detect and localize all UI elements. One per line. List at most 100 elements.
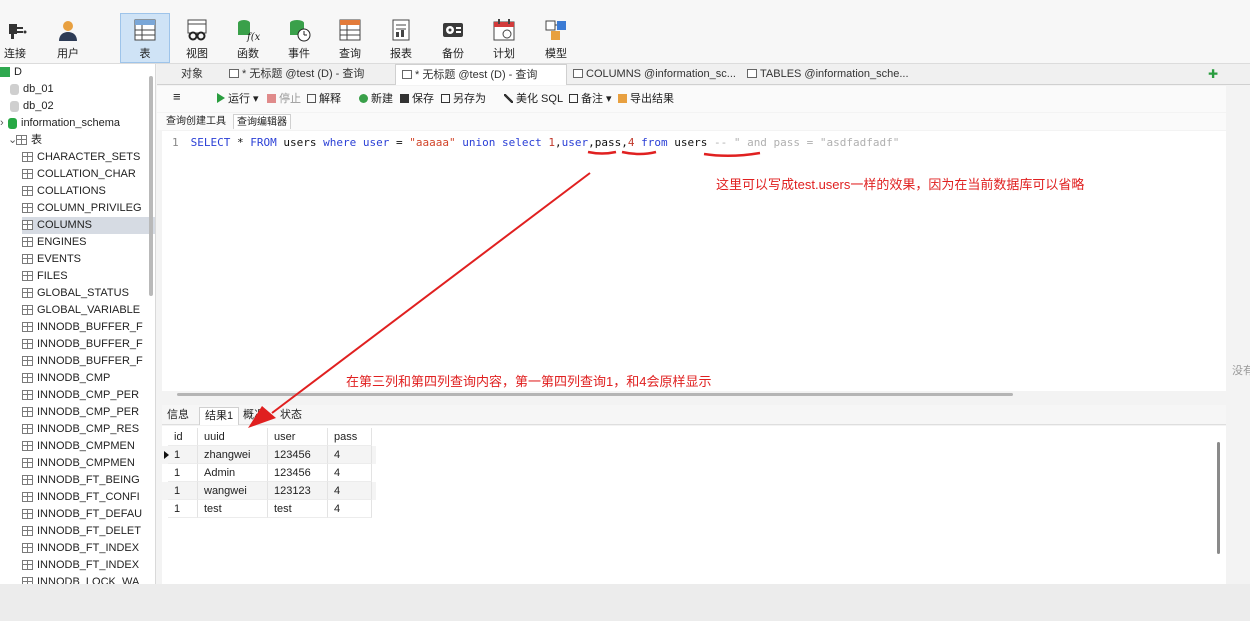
tree-table-item[interactable]: GLOBAL_VARIABLE <box>22 302 155 319</box>
grid-cell[interactable]: Admin <box>198 464 268 482</box>
sql-code-line[interactable]: 1 SELECT * FROM users where user = "aaaaa… <box>172 136 899 149</box>
grid-cell[interactable]: 123456 <box>268 446 328 464</box>
tree-table-item[interactable]: INNODB_CMP <box>22 370 155 387</box>
tab-columns[interactable]: COLUMNS @information_sc... <box>567 64 741 85</box>
tree-table-item[interactable]: INNODB_FT_BEING <box>22 472 155 489</box>
grid-cell[interactable]: 123456 <box>268 464 328 482</box>
toolbar-table-button[interactable]: 表 <box>120 13 170 63</box>
tree-table-item[interactable]: INNODB_FT_INDEX <box>22 557 155 574</box>
tree-table-item[interactable]: INNODB_FT_INDEX <box>22 540 155 557</box>
explain-button[interactable]: 解释 <box>307 92 341 106</box>
grid-cell[interactable]: 4 <box>328 482 372 500</box>
toolbar-query-button[interactable]: 查询 <box>327 14 373 62</box>
toolbar-schedule-button[interactable]: 计划 <box>481 14 527 62</box>
grid-column-header[interactable]: user <box>268 428 328 446</box>
save-button[interactable]: 保存 <box>400 92 434 106</box>
tab-query-builder[interactable]: 查询创建工具 <box>163 114 229 129</box>
tab-query-1[interactable]: * 无标题 @test (D) - 查询 <box>223 64 395 85</box>
sql-editor[interactable]: 1 SELECT * FROM users where user = "aaaaa… <box>162 131 1226 396</box>
tab-profile[interactable]: 概况 <box>238 407 270 425</box>
tab-info[interactable]: 信息 <box>162 407 194 425</box>
tree-table-item[interactable]: INNODB_BUFFER_F <box>22 336 155 353</box>
toolbar-model-button[interactable]: 模型 <box>533 14 579 62</box>
tree-table-item[interactable]: CHARACTER_SETS <box>22 149 155 166</box>
new-button[interactable]: 新建 <box>359 92 393 106</box>
table-row[interactable]: 1 Admin 123456 4 <box>162 464 376 482</box>
tree-table-item[interactable]: COLUMN_PRIVILEG <box>22 200 155 217</box>
tab-query-2[interactable]: * 无标题 @test (D) - 查询 <box>395 64 567 85</box>
tree-table-item[interactable]: INNODB_LOCK_WA <box>22 574 155 584</box>
toolbar-user-button[interactable]: 用户 <box>45 14 91 62</box>
save-as-button[interactable]: 另存为 <box>441 92 486 106</box>
tree-table-item[interactable]: INNODB_CMP_PER <box>22 387 155 404</box>
tree-table-item[interactable]: EVENTS <box>22 251 155 268</box>
toolbar-report-button[interactable]: 报表 <box>378 14 424 62</box>
tab-tables[interactable]: TABLES @information_sche... <box>741 64 911 85</box>
run-button[interactable]: 运行 ▾ <box>217 92 259 106</box>
tree-table-item[interactable]: INNODB_CMP_PER <box>22 404 155 421</box>
export-result-button[interactable]: 导出结果 <box>618 92 674 106</box>
beautify-sql-button[interactable]: 美化 SQL <box>504 92 563 106</box>
toolbar-function-button[interactable]: f(x) 函数 <box>225 14 271 62</box>
chevron-down-icon[interactable]: ⌄ <box>8 132 17 149</box>
grid-cell[interactable]: 1 <box>168 500 198 518</box>
grid-column-header[interactable]: uuid <box>198 428 268 446</box>
grid-cell[interactable]: 1 <box>168 482 198 500</box>
table-icon <box>22 237 33 248</box>
toolbar-backup-button[interactable]: 备份 <box>430 14 476 62</box>
tree-table-item[interactable]: INNODB_CMPMEN <box>22 455 155 472</box>
tree-table-item[interactable]: INNODB_BUFFER_F <box>22 319 155 336</box>
grid-cell[interactable]: 4 <box>328 500 372 518</box>
tree-table-item[interactable]: COLLATION_CHAR <box>22 166 155 183</box>
tab-objects[interactable]: 对象 <box>175 64 225 85</box>
tree-tables-folder[interactable]: ⌄ 表 <box>8 132 155 149</box>
tree-table-item[interactable]: GLOBAL_STATUS <box>22 285 155 302</box>
toolbar-view-button[interactable]: 视图 <box>174 14 220 62</box>
new-tab-icon[interactable]: ✚ <box>1206 67 1220 81</box>
tree-table-item[interactable]: INNODB_CMPMEN <box>22 438 155 455</box>
grid-cell[interactable]: 4 <box>328 446 372 464</box>
grid-cell[interactable]: test <box>268 500 328 518</box>
chevron-down-icon[interactable]: › <box>0 115 8 132</box>
grid-column-header[interactable]: pass <box>328 428 372 446</box>
grid-cell[interactable]: zhangwei <box>198 446 268 464</box>
grid-cell[interactable]: 4 <box>328 464 372 482</box>
grid-cell[interactable]: 123123 <box>268 482 328 500</box>
toolbar-connection-button[interactable]: 连接 <box>0 14 38 62</box>
grid-cell[interactable]: 1 <box>168 464 198 482</box>
tree-table-item[interactable]: ENGINES <box>22 234 155 251</box>
tree-table-item[interactable]: INNODB_CMP_RES <box>22 421 155 438</box>
table-row[interactable]: 1 test test 4 <box>162 500 376 518</box>
tree-table-item[interactable]: INNODB_FT_DEFAU <box>22 506 155 523</box>
navigation-tree[interactable]: D db_01 db_02 › information_schema ⌄ 表 CHA… <box>0 64 156 584</box>
tree-database[interactable]: db_02 <box>10 98 155 115</box>
tree-table-item[interactable]: FILES <box>22 268 155 285</box>
grid-vertical-scrollbar[interactable] <box>1217 442 1220 554</box>
tab-status[interactable]: 状态 <box>275 407 307 425</box>
tree-database[interactable]: db_01 <box>10 81 155 98</box>
result-grid[interactable]: id uuid user pass 1 zhangwei 123456 4 1 Admin 1234… <box>162 426 1226 584</box>
sql-token: SELECT <box>190 136 231 149</box>
tab-result-1[interactable]: 结果1 <box>199 407 240 425</box>
grid-column-header[interactable]: id <box>168 428 198 446</box>
tree-table-item[interactable]: INNODB_BUFFER_F <box>22 353 155 370</box>
menu-hamburger-icon[interactable]: ≡ <box>173 90 181 104</box>
toolbar-event-button[interactable]: 事件 <box>276 14 322 62</box>
tree-table-item[interactable]: INNODB_FT_DELET <box>22 523 155 540</box>
grid-cell[interactable]: 1 <box>168 446 198 464</box>
tree-table-item[interactable]: INNODB_FT_CONFI <box>22 489 155 506</box>
tree-scrollbar[interactable] <box>149 76 153 296</box>
table-row[interactable]: 1 zhangwei 123456 4 <box>162 446 376 464</box>
tree-table-item[interactable]: COLUMNS <box>22 217 155 234</box>
tree-connection[interactable]: D <box>0 64 148 81</box>
grid-cell[interactable]: test <box>198 500 268 518</box>
tree-database[interactable]: › information_schema <box>0 115 148 132</box>
table-row[interactable]: 1 wangwei 123123 4 <box>162 482 376 500</box>
tab-query-editor[interactable]: 查询编辑器 <box>233 114 291 129</box>
tree-table-item[interactable]: COLLATIONS <box>22 183 155 200</box>
comment-button[interactable]: 备注 ▾ <box>569 92 612 106</box>
report-icon <box>392 19 410 41</box>
grid-cell[interactable]: wangwei <box>198 482 268 500</box>
editor-horizontal-scrollbar[interactable] <box>177 393 1013 396</box>
stop-button[interactable]: 停止 <box>267 92 301 106</box>
